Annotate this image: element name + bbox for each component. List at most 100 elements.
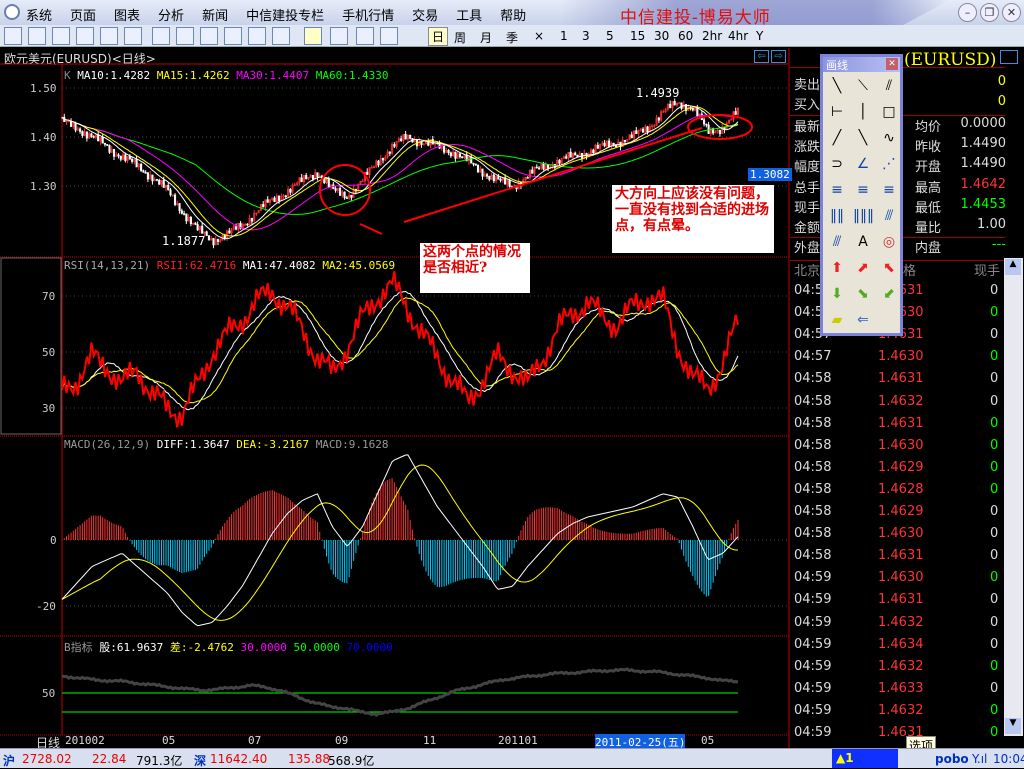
draw-tool-1-icon[interactable]: ⟍ <box>853 76 873 96</box>
draw-tool-20-icon[interactable]: ◎ <box>879 232 899 252</box>
candle-body <box>106 144 109 146</box>
candle-body <box>366 171 369 175</box>
candle-body <box>142 170 145 173</box>
tick-volume: 0 <box>990 481 999 497</box>
draw-tool-4-icon[interactable]: │ <box>853 102 873 122</box>
tick-row: 04:58 1.4630 0 <box>794 438 999 460</box>
candle-body <box>603 142 606 147</box>
draw-tool-19-icon[interactable]: A <box>853 232 873 252</box>
candle-body <box>140 163 143 171</box>
tick-row: 04:58 1.4629 0 <box>794 504 999 526</box>
candle-body <box>474 163 477 166</box>
candle-body <box>205 231 208 236</box>
candle-body <box>481 168 484 177</box>
sz-amount: 568.9亿 <box>328 754 375 768</box>
candle-body <box>691 107 694 111</box>
draw-tool-18-icon[interactable]: ⫻ <box>827 232 847 252</box>
candle-body <box>449 152 452 157</box>
alert-indicator[interactable]: ▲1 <box>832 749 898 768</box>
rsi-label-50: 50 <box>42 346 56 359</box>
low-price-label: 1.1877 <box>162 234 206 248</box>
tick-price: 1.4630 <box>878 349 924 365</box>
candle-body <box>497 176 500 180</box>
x-axis: 日线 201002 05 07 09 11 201101 2011-02-25(… <box>0 734 788 750</box>
candle-body <box>158 179 161 185</box>
tick-price: 1.4634 <box>878 636 924 652</box>
candle-body <box>612 142 615 146</box>
draw-tool-7-icon[interactable]: ╲ <box>853 128 873 148</box>
draw-tool-11-icon[interactable]: ⋰ <box>879 154 899 174</box>
candle-body <box>542 163 545 170</box>
tick-row: 04:58 1.4628 0 <box>794 482 999 504</box>
quote-label: 金额 <box>794 221 821 236</box>
b-label-50: 50 <box>42 687 56 700</box>
rsi-ma2-value: MA2:45.0569 <box>322 259 396 272</box>
draw-tool-28-icon[interactable]: ⇐ <box>853 310 873 330</box>
draw-tool-13-icon[interactable]: ≡ <box>853 180 873 200</box>
annotation-line <box>359 223 383 235</box>
tick-volume: 0 <box>990 526 999 542</box>
candle-body <box>623 139 627 142</box>
draw-tool-23-icon[interactable]: ⬉ <box>879 258 899 278</box>
tick-row: 04:59 1.4632 0 <box>794 615 999 637</box>
high-price-label: 1.4939 <box>636 86 680 100</box>
tick-time: 04:58 <box>794 437 832 453</box>
candle-body <box>108 145 111 153</box>
draw-tool-24-icon[interactable]: ⬇ <box>827 284 847 304</box>
draw-tool-27-icon[interactable]: ▰ <box>827 310 847 330</box>
draw-tool-10-icon[interactable]: ∠ <box>853 154 873 174</box>
draw-tool-2-icon[interactable]: ⫽ <box>879 76 899 96</box>
draw-tool-8-icon[interactable]: ∿ <box>879 128 899 148</box>
candle-body <box>458 153 461 158</box>
b-name: B指标 <box>64 641 93 654</box>
draw-tool-22-icon[interactable]: ⬈ <box>853 258 873 278</box>
scroll-up-arrow-icon[interactable]: ▲ <box>1005 259 1021 275</box>
tick-time: 04:59 <box>794 702 832 718</box>
candle-body <box>146 172 149 180</box>
quote-value: 0.0000 <box>960 116 1007 131</box>
draw-tool-17-icon[interactable]: ⫻ <box>879 206 899 226</box>
candle-body <box>178 203 181 211</box>
candle-body <box>596 144 599 149</box>
draw-tool-25-icon[interactable]: ⬊ <box>853 284 873 304</box>
candle-body <box>339 187 342 196</box>
candle-body <box>657 117 660 121</box>
scroll-down-arrow-icon[interactable]: ▼ <box>1005 718 1021 734</box>
tick-volume: 0 <box>990 305 999 321</box>
draw-tool-5-icon[interactable]: □ <box>879 102 899 122</box>
candle-body <box>334 188 337 191</box>
sh-amount: 791.3亿 <box>136 754 183 768</box>
draw-tool-26-icon[interactable]: ⬋ <box>879 284 899 304</box>
tick-row: 04:59 1.4630 0 <box>794 570 999 592</box>
palette-close-button[interactable]: ✕ <box>886 58 898 70</box>
draw-tool-3-icon[interactable]: ⊢ <box>827 102 847 122</box>
tick-time: 04:58 <box>794 481 832 497</box>
candle-body <box>151 174 154 182</box>
draw-tool-0-icon[interactable]: ╲ <box>827 76 847 96</box>
candle-body <box>92 136 95 138</box>
tick-price: 1.4628 <box>878 481 924 497</box>
draw-tool-14-icon[interactable]: ≡ <box>879 180 899 200</box>
tick-time: 04:58 <box>794 504 832 519</box>
b-level-50: 50.0000 <box>293 641 340 654</box>
x-tick: 05 <box>701 734 715 747</box>
tick-scrollbar[interactable]: ▲ ▼ <box>1004 258 1023 736</box>
draw-tool-12-icon[interactable]: ≡ <box>827 180 847 200</box>
tick-price: 1.4631 <box>878 415 924 431</box>
quote-value: 1.4490 <box>960 156 1007 172</box>
draw-tool-21-icon[interactable]: ⬆ <box>827 258 847 278</box>
maximize-panel-button[interactable] <box>1000 50 1018 64</box>
rsi-ma1-value: MA1:47.4082 <box>242 259 316 272</box>
candle-body <box>718 129 721 135</box>
annotation-note-1: 这两个点的情况是否相近? <box>420 243 530 293</box>
draw-tool-15-icon[interactable]: ‖‖ <box>827 206 847 226</box>
x-tick: 201101 <box>498 734 538 747</box>
candle-body <box>173 194 177 205</box>
quote-value: 1.4642 <box>960 176 1007 192</box>
tick-volume: 0 <box>990 327 999 343</box>
candle-body <box>526 177 529 179</box>
draw-tool-9-icon[interactable]: ⊃ <box>827 154 847 174</box>
candle-body <box>673 100 676 106</box>
draw-tool-6-icon[interactable]: ╱ <box>827 128 847 148</box>
draw-tool-16-icon[interactable]: ‖‖‖ <box>853 206 874 226</box>
